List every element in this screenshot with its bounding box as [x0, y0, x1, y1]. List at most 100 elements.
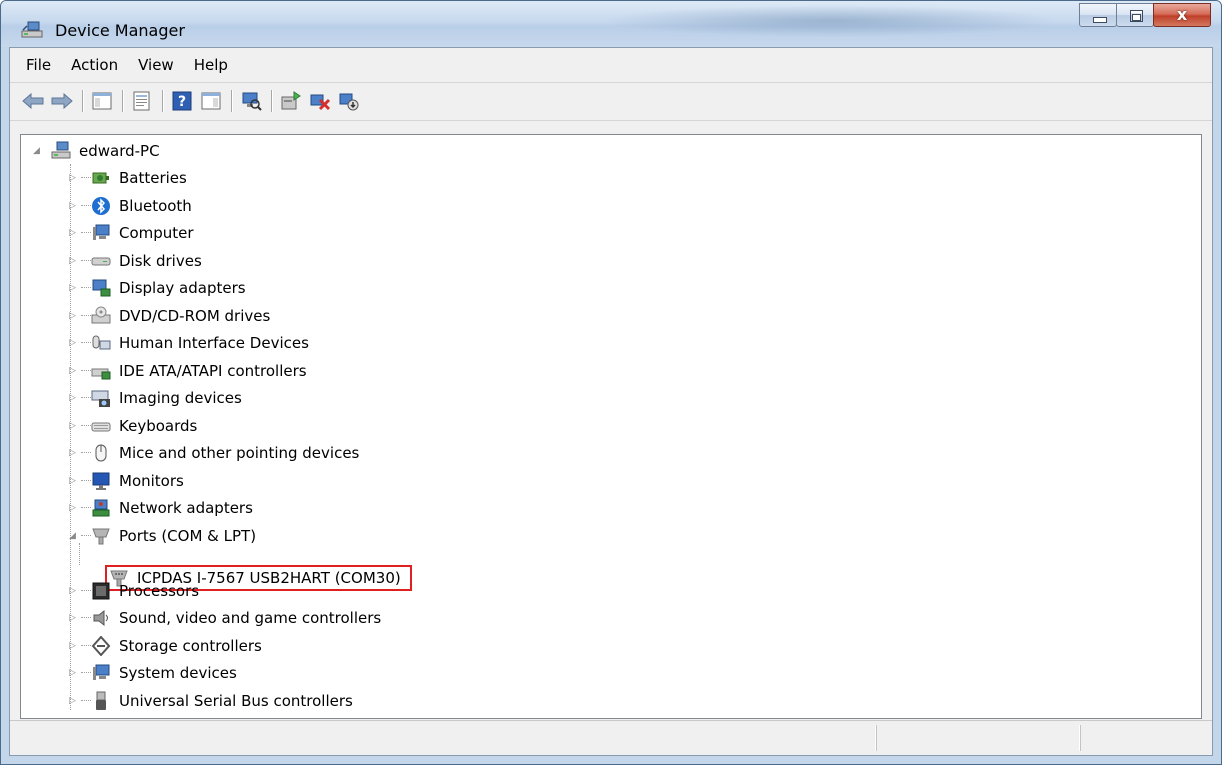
- scan-hardware-button[interactable]: [238, 88, 264, 114]
- tree-category-human-interface-devices[interactable]: ▷ Human Interface Devices: [69, 329, 312, 356]
- tree-category-imaging-devices[interactable]: ▷ Imaging devices: [69, 384, 245, 411]
- enable-disable-button[interactable]: [336, 88, 362, 114]
- properties-icon: [133, 91, 150, 111]
- expand-arrow-icon[interactable]: ▷: [69, 448, 79, 458]
- forward-button[interactable]: [49, 88, 75, 114]
- expand-arrow-icon[interactable]: ▷: [69, 668, 79, 678]
- menu-help[interactable]: Help: [184, 56, 238, 74]
- tree-category-label: Monitors: [119, 471, 184, 490]
- status-bar: [10, 720, 1212, 755]
- collapse-arrow-icon[interactable]: ◢: [69, 531, 79, 541]
- expand-arrow-icon[interactable]: ▷: [69, 641, 79, 651]
- device-tree[interactable]: ◢ edward-PC ICPDAS I-7567 USB2HART (COM3…: [20, 134, 1202, 719]
- tree-category-universal-serial-bus-controllers[interactable]: ▷ Universal Serial Bus controllers: [69, 687, 356, 714]
- collapse-arrow-icon[interactable]: ◢: [33, 146, 43, 156]
- update-driver-button[interactable]: [278, 88, 304, 114]
- tree-category-label: IDE ATA/ATAPI controllers: [119, 361, 307, 380]
- help-icon: ?: [172, 91, 192, 111]
- expand-arrow-icon[interactable]: ▷: [69, 476, 79, 486]
- tree-category-label: Bluetooth: [119, 196, 192, 215]
- expand-arrow-icon[interactable]: ▷: [69, 586, 79, 596]
- help-button[interactable]: ?: [169, 88, 195, 114]
- tree-category-bluetooth[interactable]: ▷ Bluetooth: [69, 192, 195, 219]
- tree-category-label: Universal Serial Bus controllers: [119, 691, 353, 710]
- display-adapter-icon: [92, 279, 111, 296]
- bluetooth-icon: [92, 196, 110, 215]
- status-cell: [876, 725, 877, 751]
- tree-category-label: Processors: [119, 581, 200, 600]
- computer-icon: [93, 224, 110, 240]
- tree-category-display-adapters[interactable]: ▷ Display adapters: [69, 274, 249, 301]
- minimize-button[interactable]: [1079, 3, 1117, 27]
- close-icon: x: [1176, 5, 1188, 24]
- close-button[interactable]: x: [1153, 3, 1211, 27]
- expand-arrow-icon[interactable]: ▷: [69, 338, 79, 348]
- tree-root-computer[interactable]: ◢ edward-PC: [33, 137, 163, 164]
- tree-category-label: Batteries: [119, 168, 187, 187]
- tree-category-computer[interactable]: ▷ Computer: [69, 219, 197, 246]
- enable-disable-icon: [339, 93, 359, 111]
- uninstall-button[interactable]: [307, 88, 333, 114]
- tree-category-label: Display adapters: [119, 278, 246, 297]
- expand-arrow-icon[interactable]: ▷: [69, 503, 79, 513]
- title-bar[interactable]: Device Manager x: [1, 1, 1221, 47]
- minimize-icon: [1093, 17, 1107, 23]
- expand-arrow-icon[interactable]: ▷: [69, 393, 79, 403]
- speaker-icon: [93, 609, 108, 626]
- disk-drive-icon: [91, 257, 111, 265]
- show-hide-console-tree-icon: [92, 92, 112, 110]
- show-hide-action-pane-button[interactable]: [198, 88, 224, 114]
- tree-category-label: System devices: [119, 663, 237, 682]
- device-manager-window: Device Manager x File Action View Help ?…: [0, 0, 1222, 765]
- tree-category-ports-com-lpt[interactable]: ◢ Ports (COM & LPT): [69, 522, 259, 549]
- expand-arrow-icon[interactable]: ▷: [69, 256, 79, 266]
- properties-button[interactable]: [129, 88, 155, 114]
- client-area: File Action View Help ? ◢ edward-PC ICPD…: [9, 47, 1213, 756]
- camera-icon: [91, 390, 110, 407]
- tree-category-label: Storage controllers: [119, 636, 262, 655]
- maximize-icon: [1130, 10, 1143, 22]
- keyboard-icon: [91, 422, 111, 431]
- tree-category-label: DVD/CD-ROM drives: [119, 306, 271, 325]
- tree-category-ide-ata-atapi-controllers[interactable]: ▷ IDE ATA/ATAPI controllers: [69, 357, 310, 384]
- device-manager-app-icon: [21, 21, 43, 38]
- menu-action[interactable]: Action: [61, 56, 128, 74]
- tree-category-disk-drives[interactable]: ▷ Disk drives: [69, 247, 205, 274]
- expand-arrow-icon[interactable]: ▷: [69, 311, 79, 321]
- tree-category-monitors[interactable]: ▷ Monitors: [69, 467, 187, 494]
- expand-arrow-icon[interactable]: ▷: [69, 366, 79, 376]
- menu-file[interactable]: File: [16, 56, 61, 74]
- tree-category-sound-video-and-game-controllers[interactable]: ▷ Sound, video and game controllers: [69, 604, 384, 631]
- back-button[interactable]: [20, 88, 46, 114]
- expand-arrow-icon[interactable]: ▷: [69, 421, 79, 431]
- forward-icon: [51, 93, 73, 109]
- show-hide-console-tree-button[interactable]: [89, 88, 115, 114]
- monitor-icon: [92, 472, 110, 490]
- hid-icon: [92, 335, 111, 349]
- tree-category-system-devices[interactable]: ▷ System devices: [69, 659, 240, 686]
- system-device-icon: [93, 664, 110, 680]
- expand-arrow-icon[interactable]: ▷: [69, 173, 79, 183]
- processor-icon: [92, 582, 110, 599]
- tree-category-dvd-cd-rom-drives[interactable]: ▷ DVD/CD-ROM drives: [69, 302, 273, 329]
- svg-text:?: ?: [178, 94, 186, 110]
- status-cell: [1080, 725, 1081, 751]
- tree-category-processors[interactable]: ▷ Processors: [69, 577, 202, 604]
- expand-arrow-icon[interactable]: ▷: [69, 696, 79, 706]
- tree-category-label: Ports (COM & LPT): [119, 526, 257, 545]
- menu-view[interactable]: View: [128, 56, 184, 74]
- expand-arrow-icon[interactable]: ▷: [69, 283, 79, 293]
- tree-category-storage-controllers[interactable]: ▷ Storage controllers: [69, 632, 265, 659]
- expand-arrow-icon[interactable]: ▷: [69, 613, 79, 623]
- tree-category-batteries[interactable]: ▷ Batteries: [69, 164, 190, 191]
- uninstall-icon: [310, 94, 331, 111]
- tree-category-network-adapters[interactable]: ▷ Network adapters: [69, 494, 256, 521]
- tree-category-mice-and-other-pointing-devices[interactable]: ▷ Mice and other pointing devices: [69, 439, 362, 466]
- scan-hardware-icon: [242, 92, 262, 111]
- maximize-button[interactable]: [1116, 3, 1154, 27]
- expand-arrow-icon[interactable]: ▷: [69, 228, 79, 238]
- tree-category-keyboards[interactable]: ▷ Keyboards: [69, 412, 200, 439]
- toolbar: ?: [10, 84, 1212, 118]
- tree-category-label: Human Interface Devices: [119, 333, 309, 352]
- expand-arrow-icon[interactable]: ▷: [69, 201, 79, 211]
